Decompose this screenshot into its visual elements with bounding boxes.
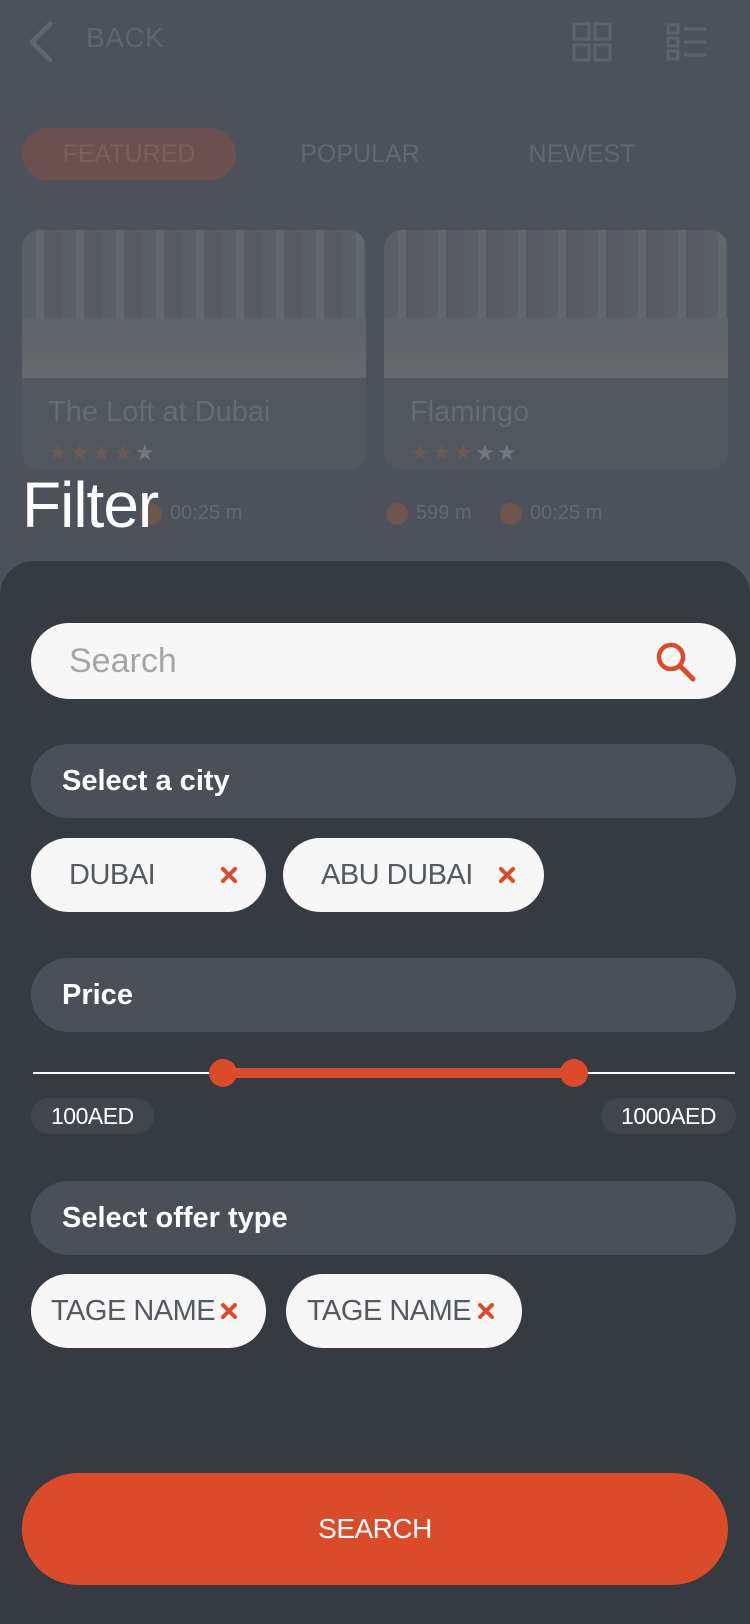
close-icon[interactable]: [472, 1297, 500, 1325]
star-empty-icon: ★: [134, 440, 157, 465]
search-button[interactable]: SEARCH: [22, 1473, 728, 1585]
star-filled-icon: ★★★: [410, 440, 476, 465]
rating-stars: ★★★★★: [48, 440, 157, 466]
offer-chip: TAGE NAME: [31, 1274, 266, 1348]
star-empty-icon: ★★: [475, 440, 519, 465]
list-view-icon[interactable]: [666, 22, 708, 62]
duration-meta: 00:25 m: [500, 502, 602, 525]
tab-newest[interactable]: NEWEST: [512, 128, 652, 180]
price-min-label: 100AED: [31, 1098, 154, 1134]
tab-featured[interactable]: FEATURED: [22, 128, 236, 180]
slider-min-handle[interactable]: [208, 1059, 237, 1087]
distance-meta: 599 m: [386, 502, 472, 525]
grid-view-icon[interactable]: [572, 22, 612, 62]
offer-type-select[interactable]: Select offer type: [31, 1181, 736, 1255]
duration-value: 00:25 m: [170, 502, 243, 524]
slider-selected-range: [222, 1068, 574, 1078]
city-chip: ABU DUBAI: [283, 838, 544, 912]
price-max-label: 1000AED: [601, 1098, 736, 1134]
slider-max-handle[interactable]: [559, 1059, 588, 1087]
offer-chip: TAGE NAME: [286, 1274, 522, 1348]
chevron-left-icon[interactable]: [26, 20, 56, 64]
venue-card[interactable]: Flamingo ★★★★★: [384, 230, 728, 470]
star-filled-icon: ★★★★: [48, 440, 135, 465]
search-input[interactable]: [69, 623, 629, 699]
city-select[interactable]: Select a city: [31, 744, 736, 818]
distance-value: 599 m: [416, 502, 472, 524]
filter-sheet: Select a city DUBAI ABU DUBAI Price 100A…: [0, 561, 750, 1624]
close-icon[interactable]: [493, 861, 521, 889]
search-icon[interactable]: [655, 641, 697, 683]
city-chip: DUBAI: [31, 838, 266, 912]
venue-title: Flamingo: [410, 396, 530, 428]
clock-icon: [500, 502, 522, 525]
venue-title: The Loft at Dubai: [48, 396, 271, 428]
back-label[interactable]: BACK: [86, 22, 164, 54]
venue-card[interactable]: The Loft at Dubai ★★★★★: [22, 230, 366, 470]
duration-value: 00:25 m: [530, 502, 603, 524]
search-box: [31, 623, 736, 699]
close-icon[interactable]: [215, 1297, 243, 1325]
chip-label: ABU DUBAI: [321, 859, 473, 891]
location-icon: [386, 502, 408, 525]
chip-label: TAGE NAME: [307, 1295, 472, 1327]
close-icon[interactable]: [215, 861, 243, 889]
chip-label: TAGE NAME: [51, 1295, 216, 1327]
top-bar: BACK: [0, 0, 750, 90]
venue-image: [22, 230, 366, 378]
category-tabs: FEATURED POPULAR NEWEST: [22, 128, 742, 180]
venue-image: [384, 230, 728, 378]
filter-title: Filter: [22, 469, 159, 541]
price-header[interactable]: Price: [31, 958, 736, 1032]
chip-label: DUBAI: [69, 859, 156, 891]
tab-popular[interactable]: POPULAR: [290, 128, 430, 180]
price-range-slider[interactable]: [33, 1059, 735, 1089]
rating-stars: ★★★★★: [410, 440, 519, 466]
